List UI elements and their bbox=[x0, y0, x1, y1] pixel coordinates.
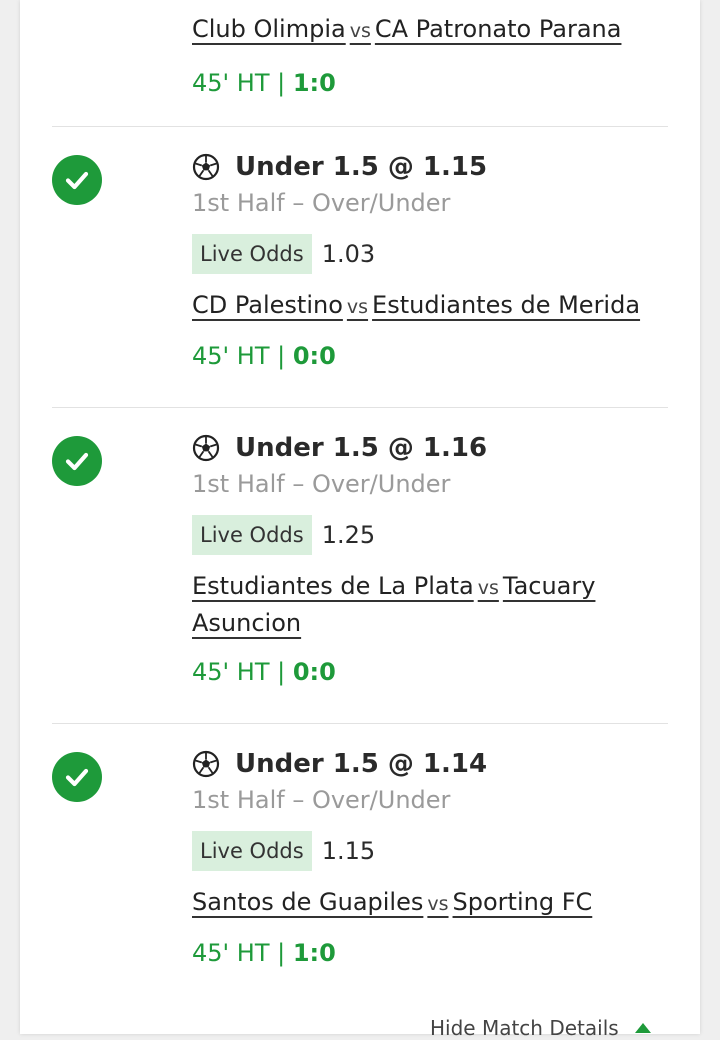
match-link[interactable]: CD Palestino vs Estudiantes de Merida bbox=[192, 288, 662, 325]
match-score: 45' HT | 1:0 bbox=[192, 936, 662, 970]
score-separator: | bbox=[277, 69, 286, 97]
home-team: Club Olimpia bbox=[192, 15, 346, 43]
chevron-up-icon bbox=[634, 1023, 651, 1033]
live-odds-row: Live Odds 1.15 bbox=[192, 831, 662, 871]
hide-match-details-button[interactable]: Hide Match Details bbox=[430, 1016, 653, 1040]
vs-label: vs bbox=[427, 893, 449, 915]
score-value: 0:0 bbox=[292, 658, 336, 686]
home-team: Santos de Guapiles bbox=[192, 888, 424, 916]
market-label: 1st Half – Over/Under bbox=[192, 189, 451, 217]
vs-label: vs bbox=[346, 296, 369, 318]
match-time: 45' HT bbox=[192, 939, 270, 967]
live-odds-badge: Live Odds bbox=[192, 831, 312, 871]
selection-label: Under 1.5 @ 1.16 bbox=[235, 433, 488, 463]
score-value: 1:0 bbox=[292, 69, 336, 97]
hide-details-label: Hide Match Details bbox=[430, 1016, 619, 1040]
bet-selection: Under 1.5 @ 1.16 bbox=[192, 431, 662, 465]
check-circle-icon bbox=[52, 155, 102, 205]
vs-label: vs bbox=[477, 577, 499, 599]
soccer-ball-icon bbox=[192, 434, 220, 462]
score-value: 1:0 bbox=[292, 939, 336, 967]
away-team: CA Patronato Parana bbox=[374, 15, 622, 43]
soccer-ball-icon bbox=[192, 153, 220, 181]
selection-label: Under 1.5 @ 1.14 bbox=[235, 749, 488, 779]
live-odds-value: 1.15 bbox=[321, 837, 376, 865]
live-odds-value: 1.25 bbox=[321, 521, 376, 549]
live-odds-row: Live Odds 1.03 bbox=[192, 234, 662, 274]
score-value: 0:0 bbox=[292, 342, 336, 370]
score-separator: | bbox=[277, 939, 286, 967]
soccer-ball-icon bbox=[192, 750, 220, 778]
score-separator: | bbox=[277, 658, 286, 686]
bet-selection: Under 1.5 @ 1.15 bbox=[192, 150, 662, 184]
check-circle-icon bbox=[52, 752, 102, 802]
check-circle-icon bbox=[52, 436, 102, 486]
match-score: 45' HT | 1:0 bbox=[192, 66, 336, 100]
divider bbox=[52, 407, 668, 408]
match-score: 45' HT | 0:0 bbox=[192, 339, 662, 373]
live-odds-value: 1.03 bbox=[321, 240, 376, 268]
market-label: 1st Half – Over/Under bbox=[192, 786, 451, 814]
selection-label: Under 1.5 @ 1.15 bbox=[235, 152, 488, 182]
bet-details: Under 1.5 @ 1.14 1st Half – Over/Under L… bbox=[192, 747, 662, 970]
match-time: 45' HT bbox=[192, 658, 270, 686]
score-separator: | bbox=[277, 342, 286, 370]
match-score: 45' HT | 0:0 bbox=[192, 655, 662, 689]
live-odds-badge: Live Odds bbox=[192, 234, 312, 274]
market-label: 1st Half – Over/Under bbox=[192, 470, 451, 498]
bet-details: Under 1.5 @ 1.16 1st Half – Over/Under L… bbox=[192, 431, 662, 689]
live-odds-row: Live Odds 1.25 bbox=[192, 515, 662, 555]
home-team: Estudiantes de La Plata bbox=[192, 572, 474, 600]
match-time: 45' HT bbox=[192, 69, 270, 97]
away-team: Sporting FC bbox=[452, 888, 593, 916]
match-link[interactable]: Estudiantes de La Plata vs Tacuary Asuncio… bbox=[192, 569, 662, 641]
live-odds-badge: Live Odds bbox=[192, 515, 312, 555]
away-team: Estudiantes de Merida bbox=[372, 291, 641, 319]
bet-selection: Under 1.5 @ 1.14 bbox=[192, 747, 662, 781]
match-link[interactable]: Santos de Guapiles vs Sporting FC bbox=[192, 885, 662, 922]
vs-label: vs bbox=[349, 20, 371, 42]
bet-details: Under 1.5 @ 1.15 1st Half – Over/Under L… bbox=[192, 150, 662, 373]
match-time: 45' HT bbox=[192, 342, 270, 370]
match-link[interactable]: Club Olimpia vs CA Patronato Parana bbox=[192, 12, 621, 49]
divider bbox=[52, 723, 668, 724]
home-team: CD Palestino bbox=[192, 291, 343, 319]
divider bbox=[52, 126, 668, 127]
